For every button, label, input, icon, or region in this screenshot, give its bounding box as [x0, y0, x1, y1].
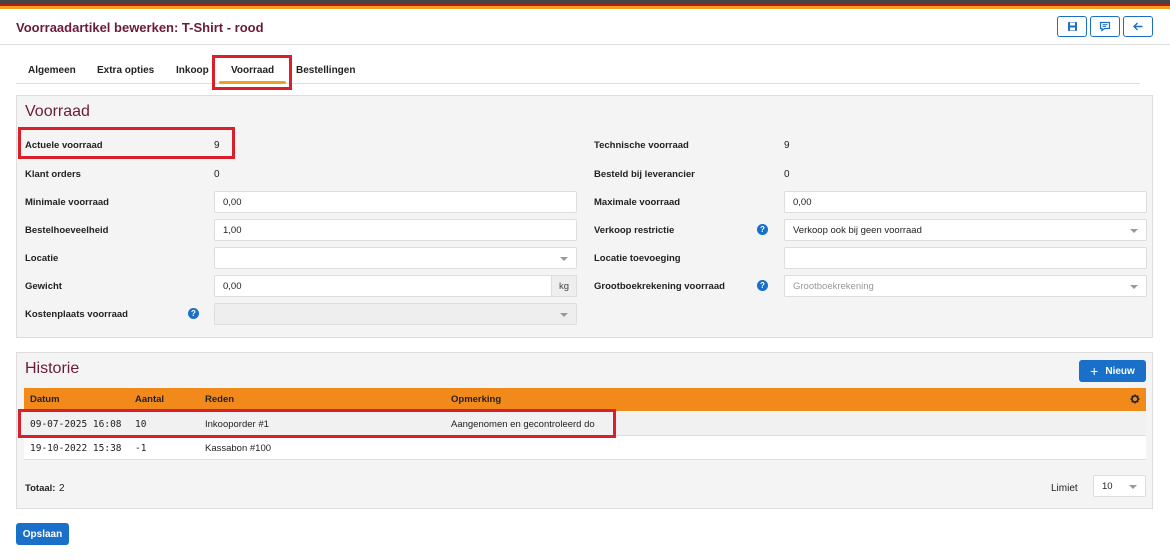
- column-reden[interactable]: Reden: [205, 394, 234, 405]
- cell-datum: 19-10-2022 15:38: [30, 443, 122, 454]
- cell-reden: Kassabon #100: [205, 443, 272, 454]
- gewicht-unit: kg: [551, 275, 577, 297]
- grootboek-placeholder: Grootboekrekening: [793, 280, 874, 292]
- voorraad-panel-title: Voorraad: [25, 103, 90, 120]
- technische-voorraad-label: Technische voorraad: [594, 140, 689, 151]
- locatie-select[interactable]: [214, 247, 577, 269]
- kostenplaats-select: [214, 303, 577, 325]
- table-row[interactable]: 19-10-2022 15:38 -1 Kassabon #100: [24, 436, 1146, 460]
- help-icon[interactable]: ?: [188, 308, 199, 319]
- maximale-voorraad-input[interactable]: 0,00: [784, 191, 1147, 213]
- arrow-left-icon: [1133, 22, 1143, 31]
- limiet-value: 10: [1102, 480, 1113, 492]
- actuele-voorraad-label: Actuele voorraad: [25, 140, 103, 151]
- column-opmerking[interactable]: Opmerking: [451, 394, 501, 405]
- locatie-label: Locatie: [25, 253, 59, 264]
- table-row[interactable]: 09-07-2025 16:08 10 Inkooporder #1 Aange…: [24, 412, 1146, 436]
- historie-panel: Historie + Nieuw Datum Aantal Reden Opme…: [16, 352, 1153, 509]
- besteld-value: 0: [784, 169, 790, 180]
- column-datum[interactable]: Datum: [30, 394, 60, 405]
- maximale-voorraad-value: 0,00: [793, 196, 812, 208]
- cell-reden: Inkooporder #1: [205, 419, 269, 430]
- save-header-button[interactable]: [1057, 16, 1087, 37]
- cell-aantal: -1: [135, 443, 147, 454]
- plus-icon: +: [1090, 363, 1099, 379]
- grootboek-label: Grootboekrekening voorraad: [594, 281, 725, 292]
- besteld-label: Besteld bij leverancier: [594, 169, 695, 180]
- kostenplaats-label: Kostenplaats voorraad: [25, 309, 128, 320]
- gewicht-input[interactable]: 0,00 kg: [214, 275, 577, 297]
- help-icon[interactable]: ?: [757, 224, 768, 235]
- tab-extra-opties[interactable]: Extra opties: [97, 65, 154, 76]
- limiet-label: Limiet: [1051, 483, 1078, 494]
- save-icon: [1067, 22, 1077, 31]
- gewicht-value: 0,00: [223, 280, 242, 292]
- new-button[interactable]: + Nieuw: [1079, 360, 1146, 382]
- table-header: Datum Aantal Reden Opmerking: [24, 388, 1146, 411]
- locatie-toevoeging-label: Locatie toevoeging: [594, 253, 681, 264]
- verkoop-restrictie-value: Verkoop ook bij geen voorraad: [793, 224, 922, 236]
- maximale-voorraad-label: Maximale voorraad: [594, 197, 681, 208]
- cell-datum: 09-07-2025 16:08: [30, 419, 122, 430]
- verkoop-restrictie-select[interactable]: Verkoop ook bij geen voorraad: [784, 219, 1147, 241]
- page-header: Voorraadartikel bewerken: T-Shirt - rood: [0, 9, 1170, 45]
- chevron-down-icon: [1129, 485, 1137, 489]
- tab-algemeen[interactable]: Algemeen: [28, 65, 76, 76]
- actuele-voorraad-value: 9: [214, 140, 220, 151]
- cell-aantal: 10: [135, 419, 147, 430]
- tab-inkoop[interactable]: Inkoop: [176, 65, 209, 76]
- tab-bestellingen[interactable]: Bestellingen: [296, 65, 355, 76]
- new-button-label: Nieuw: [1105, 365, 1135, 377]
- top-color-stripe: [0, 0, 1170, 9]
- tab-voorraad[interactable]: Voorraad: [218, 65, 287, 84]
- klant-orders-label: Klant orders: [25, 169, 81, 180]
- page-title: Voorraadartikel bewerken: T-Shirt - rood: [16, 20, 264, 35]
- minimale-voorraad-input[interactable]: 0,00: [214, 191, 577, 213]
- minimale-voorraad-value: 0,00: [223, 196, 242, 208]
- technische-voorraad-value: 9: [784, 140, 790, 151]
- voorraad-panel: Voorraad Actuele voorraad 9 Klant orders…: [16, 95, 1153, 338]
- save-button[interactable]: Opslaan: [16, 523, 69, 545]
- bestelhoeveelheid-label: Bestelhoeveelheid: [25, 225, 109, 236]
- minimale-voorraad-label: Minimale voorraad: [25, 197, 109, 208]
- klant-orders-value: 0: [214, 169, 220, 180]
- chevron-down-icon: [560, 313, 568, 317]
- historie-panel-title: Historie: [25, 360, 80, 377]
- gear-icon[interactable]: [1130, 394, 1140, 404]
- help-icon[interactable]: ?: [757, 280, 768, 291]
- verkoop-restrictie-label: Verkoop restrictie: [594, 225, 675, 236]
- grootboek-select[interactable]: Grootboekrekening: [784, 275, 1147, 297]
- totaal-label: Totaal:: [25, 483, 56, 494]
- limiet-select[interactable]: 10: [1093, 475, 1146, 497]
- tab-bar: Algemeen Extra opties Inkoop Voorraad Be…: [16, 60, 1140, 84]
- cell-opmerking: Aangenomen en gecontroleerd do: [451, 419, 595, 430]
- bestelhoeveelheid-value: 1,00: [223, 224, 242, 236]
- gewicht-label: Gewicht: [25, 281, 62, 292]
- comment-header-button[interactable]: [1090, 16, 1120, 37]
- column-aantal[interactable]: Aantal: [135, 394, 164, 405]
- chevron-down-icon: [1130, 229, 1138, 233]
- comment-icon: [1099, 21, 1111, 32]
- back-header-button[interactable]: [1123, 16, 1153, 37]
- totaal-value: 2: [59, 483, 65, 494]
- locatie-toevoeging-input[interactable]: [784, 247, 1147, 269]
- bestelhoeveelheid-input[interactable]: 1,00: [214, 219, 577, 241]
- chevron-down-icon: [1130, 285, 1138, 289]
- chevron-down-icon: [560, 257, 568, 261]
